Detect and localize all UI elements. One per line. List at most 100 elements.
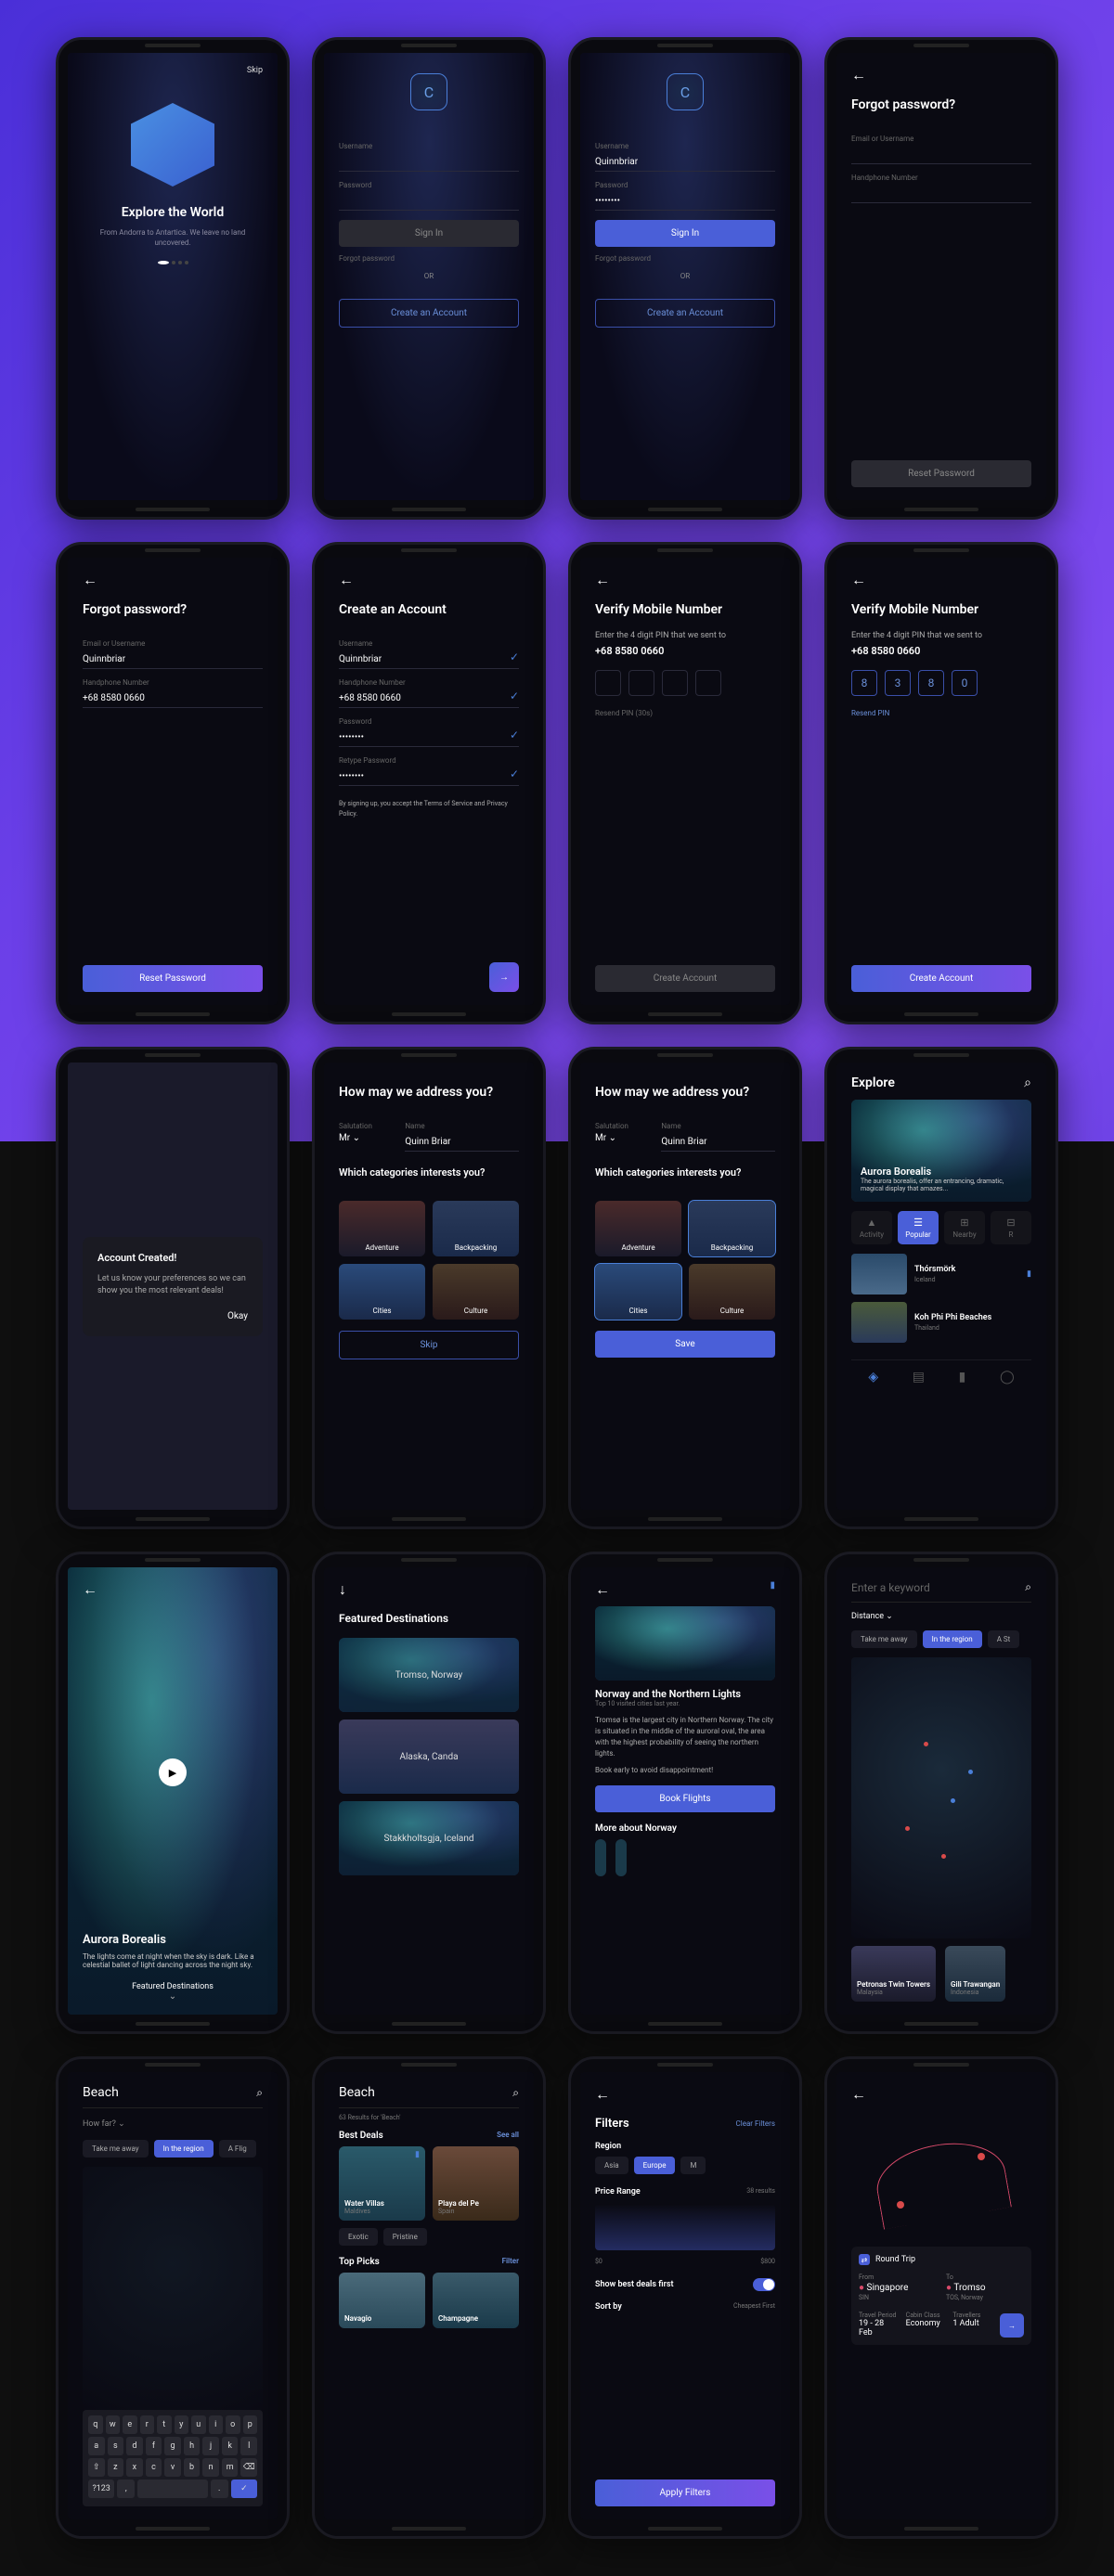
from-value[interactable]: ● Singapore	[859, 2283, 937, 2293]
related-card[interactable]	[595, 1839, 606, 1876]
key[interactable]: h	[184, 2437, 201, 2455]
pin-digit[interactable]	[628, 670, 654, 696]
distance-select[interactable]: Distance ⌄	[851, 1612, 1031, 1621]
filter-pill[interactable]: A St	[988, 1630, 1020, 1648]
key[interactable]: x	[126, 2458, 143, 2477]
search-input[interactable]: Beach	[83, 2085, 249, 2100]
category-tile[interactable]: Adventure	[339, 1201, 425, 1256]
key[interactable]: f	[146, 2437, 162, 2455]
sort-value[interactable]: Cheapest First	[733, 2302, 775, 2312]
nav-profile-icon[interactable]: ◯	[1000, 1370, 1015, 1385]
filter-pill[interactable]: In the region	[923, 1630, 982, 1648]
filter-pill[interactable]: A Flig	[219, 2140, 256, 2157]
see-all-link[interactable]: See all	[497, 2131, 519, 2141]
resend-link[interactable]: Resend PIN	[851, 709, 1031, 717]
forgot-link[interactable]: Forgot password	[339, 254, 519, 263]
map-view[interactable]	[851, 1657, 1031, 1938]
key[interactable]: i	[209, 2415, 224, 2434]
salutation-select[interactable]: Mr ⌄	[339, 1133, 395, 1143]
region-pill[interactable]: Europe	[634, 2157, 676, 2174]
destination-card[interactable]: Alaska, Canda	[339, 1719, 519, 1794]
forgot-link[interactable]: Forgot password	[595, 254, 775, 263]
key[interactable]: r	[140, 2415, 155, 2434]
deal-card[interactable]: Playa del PeSpain	[433, 2146, 519, 2221]
search-icon[interactable]: ⌕	[1025, 1580, 1031, 1594]
search-icon[interactable]: ⌕	[256, 2086, 263, 2100]
reset-button[interactable]: Reset Password	[83, 965, 263, 992]
key[interactable]: ,	[117, 2479, 135, 2498]
search-input[interactable]: Beach	[339, 2085, 505, 2100]
tab-popular[interactable]: ☰Popular	[898, 1211, 939, 1244]
email-input[interactable]	[83, 650, 263, 669]
create-button[interactable]: Create Account	[595, 965, 775, 992]
key[interactable]: d	[126, 2437, 143, 2455]
password-input[interactable]	[595, 192, 775, 211]
key[interactable]: o	[226, 2415, 240, 2434]
phone-input[interactable]	[83, 689, 263, 708]
chevron-down-icon[interactable]: ⌄	[83, 1991, 263, 2002]
name-input[interactable]	[661, 1133, 775, 1152]
back-icon[interactable]: ←	[83, 571, 263, 589]
back-icon[interactable]: ←	[851, 66, 1031, 84]
tab-more[interactable]: ⊟R	[991, 1211, 1031, 1244]
clear-link[interactable]: Clear Filters	[736, 2119, 775, 2128]
filter-pill[interactable]: Take me away	[851, 1630, 917, 1648]
key[interactable]: u	[191, 2415, 206, 2434]
keyboard[interactable]: qwertyuiop asdfghjkl ⇧zxcvbnm⌫ ?123,.✓	[83, 2410, 263, 2506]
key-numbers[interactable]: ?123	[88, 2479, 114, 2498]
username-input[interactable]	[339, 650, 519, 669]
key[interactable]: .	[211, 2479, 228, 2498]
toggle-switch[interactable]	[753, 2278, 775, 2291]
retype-input[interactable]	[339, 767, 519, 786]
destination-card[interactable]: Stakkholtsgja, Iceland	[339, 1801, 519, 1875]
search-input[interactable]: Enter a keyword	[851, 1581, 1017, 1594]
back-icon[interactable]: ←	[595, 571, 775, 589]
back-icon[interactable]: ←	[83, 1580, 263, 1599]
skip-button[interactable]: Skip	[339, 1331, 519, 1359]
back-icon[interactable]: ←	[595, 1580, 610, 1599]
bookmark-icon[interactable]: ▮	[415, 2150, 420, 2159]
hero-card[interactable]: Aurora Borealis The aurora borealis, off…	[851, 1100, 1031, 1202]
password-input[interactable]	[339, 728, 519, 747]
key[interactable]: n	[202, 2458, 219, 2477]
result-card[interactable]: Gili TrawanganIndonesia	[945, 1946, 1005, 2002]
trip-type[interactable]: Round Trip	[875, 2255, 915, 2264]
deal-card[interactable]: ▮Water VillasMaldives	[339, 2146, 425, 2221]
back-icon[interactable]: ←	[339, 571, 519, 589]
key-backspace[interactable]: ⌫	[240, 2458, 257, 2477]
region-pill[interactable]: Asia	[595, 2157, 628, 2174]
pin-digit[interactable]	[695, 670, 721, 696]
search-flights-button[interactable]: →	[1000, 2313, 1024, 2338]
tag-pill[interactable]: Exotic	[339, 2228, 378, 2246]
list-item[interactable]: Koh Phi Phi BeachesThailand	[851, 1302, 1031, 1343]
key[interactable]: k	[222, 2437, 239, 2455]
key-space[interactable]	[137, 2479, 208, 2498]
pin-digit[interactable]: 8	[851, 670, 877, 696]
period-value[interactable]: 19 - 28 Feb	[859, 2319, 897, 2338]
key[interactable]: g	[164, 2437, 181, 2455]
password-input[interactable]	[339, 192, 519, 211]
name-input[interactable]	[405, 1133, 519, 1152]
tab-nearby[interactable]: ⊞Nearby	[944, 1211, 985, 1244]
category-tile[interactable]: Culture	[433, 1264, 519, 1320]
phone-input[interactable]	[339, 689, 519, 708]
signin-button[interactable]: Sign In	[595, 220, 775, 247]
skip-link[interactable]: Skip	[83, 66, 263, 75]
key-shift[interactable]: ⇧	[88, 2458, 105, 2477]
search-icon[interactable]: ⌕	[1024, 1075, 1031, 1090]
related-card[interactable]	[615, 1839, 627, 1876]
username-input[interactable]	[595, 153, 775, 172]
save-button[interactable]: Save	[595, 1331, 775, 1358]
pin-digit[interactable]	[662, 670, 688, 696]
back-icon[interactable]: ←	[595, 2085, 775, 2104]
play-button[interactable]: ▶	[159, 1758, 187, 1786]
pick-card[interactable]: Champagne	[433, 2273, 519, 2328]
search-icon[interactable]: ⌕	[512, 2086, 519, 2100]
list-item[interactable]: ThórsmörkIceland▮	[851, 1254, 1031, 1294]
key[interactable]: m	[222, 2458, 239, 2477]
back-icon[interactable]: ←	[851, 2085, 1031, 2104]
key[interactable]: p	[243, 2415, 258, 2434]
nav-stats-icon[interactable]: ▮	[959, 1370, 966, 1385]
key[interactable]: z	[108, 2458, 124, 2477]
key[interactable]: b	[184, 2458, 201, 2477]
